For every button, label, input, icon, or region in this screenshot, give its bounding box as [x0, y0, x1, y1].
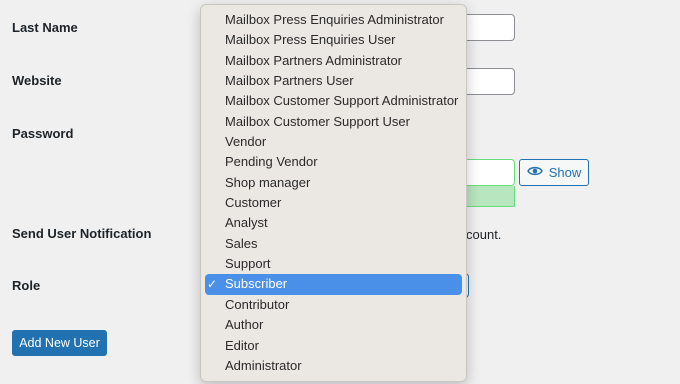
- role-option[interactable]: Sales: [205, 234, 462, 254]
- role-option-selected[interactable]: ✓ Subscriber: [205, 274, 462, 295]
- role-option[interactable]: Vendor: [205, 132, 462, 152]
- send-notification-label: Send User Notification: [12, 226, 152, 241]
- show-password-button[interactable]: Show: [519, 159, 589, 186]
- role-option[interactable]: Contributor: [205, 295, 462, 315]
- role-option[interactable]: Mailbox Customer Support User: [205, 112, 462, 132]
- role-option[interactable]: Mailbox Press Enquiries User: [205, 30, 462, 50]
- notification-description: count.: [466, 227, 502, 242]
- eye-icon: [526, 165, 543, 180]
- role-option[interactable]: Shop manager: [205, 173, 462, 193]
- role-option[interactable]: Mailbox Customer Support Administrator: [205, 91, 462, 111]
- role-option[interactable]: Pending Vendor: [205, 152, 462, 172]
- role-option[interactable]: Support: [205, 254, 462, 274]
- website-label: Website: [12, 73, 62, 88]
- role-option[interactable]: Customer: [205, 193, 462, 213]
- role-option[interactable]: Author: [205, 315, 462, 335]
- role-option[interactable]: Mailbox Partners Administrator: [205, 51, 462, 71]
- show-password-label: Show: [548, 165, 582, 180]
- role-option[interactable]: Analyst: [205, 213, 462, 233]
- password-label: Password: [12, 126, 74, 141]
- role-option[interactable]: Mailbox Partners User: [205, 71, 462, 91]
- role-option[interactable]: Administrator: [205, 356, 462, 376]
- last-name-label: Last Name: [12, 20, 78, 35]
- add-new-user-button[interactable]: Add New User: [12, 330, 107, 356]
- role-dropdown-menu[interactable]: Mailbox Press Enquiries Administrator Ma…: [200, 4, 467, 382]
- checkmark-icon: ✓: [207, 277, 218, 292]
- role-option[interactable]: Mailbox Press Enquiries Administrator: [205, 10, 462, 30]
- role-option[interactable]: Editor: [205, 336, 462, 356]
- role-label: Role: [12, 278, 41, 293]
